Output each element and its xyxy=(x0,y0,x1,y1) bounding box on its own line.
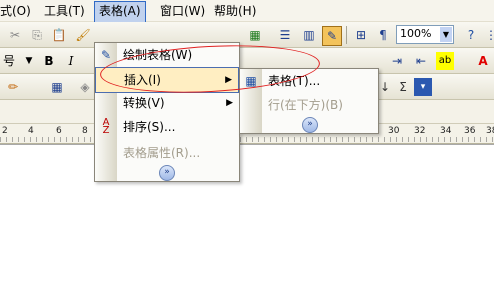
ruler-tick: 32 xyxy=(414,126,426,136)
menu-item-convert[interactable]: 转换(V) ▶ xyxy=(95,91,239,115)
menu-item-label: 表格属性(R)... xyxy=(123,146,201,160)
outdent-icon[interactable]: ⇤ xyxy=(412,52,430,70)
pen-icon[interactable]: ✏ xyxy=(4,78,22,96)
zoom-value: 100% xyxy=(400,27,432,40)
zoom-select[interactable]: 100% ▼ xyxy=(396,25,454,44)
ruler-tick: 4 xyxy=(28,126,34,136)
chevron-down-icon[interactable]: ▼ xyxy=(20,52,38,70)
drawing-icon[interactable]: ✎ xyxy=(322,26,342,46)
format-painter-icon[interactable]: 🖌 xyxy=(74,26,92,44)
ruler-tick: 34 xyxy=(440,126,452,136)
ruler-tick: 36 xyxy=(464,126,476,136)
ruler-tick: 2 xyxy=(2,126,8,136)
ruler-tick: 6 xyxy=(56,126,62,136)
font-color-icon[interactable]: A xyxy=(474,52,492,70)
chart-icon[interactable]: ▥ xyxy=(300,26,318,44)
menu-item-table-properties[interactable]: 表格属性(R)... xyxy=(95,141,239,165)
ruler-tick: 38 xyxy=(486,126,494,136)
ruler-marks xyxy=(0,137,494,142)
italic-button[interactable]: I xyxy=(62,52,80,70)
autosum-icon[interactable]: Σ xyxy=(394,78,412,96)
menu-tables[interactable]: 表格(A) xyxy=(94,1,146,23)
more-icon[interactable]: ⋮ xyxy=(482,26,494,44)
excel-icon[interactable]: ▦ xyxy=(246,26,264,44)
show-hide-icon[interactable]: ¶ xyxy=(374,26,392,44)
ruler-tick: 8 xyxy=(82,126,88,136)
submenu-item-row-below[interactable]: 行(在下方)(B) xyxy=(240,93,378,117)
border-icon[interactable]: ▦ xyxy=(48,78,66,96)
menu-item-label: 行(在下方)(B) xyxy=(268,98,343,112)
columns-icon[interactable]: ☰ xyxy=(276,26,294,44)
indent-icon[interactable]: ⇥ xyxy=(388,52,406,70)
expand-menu-icon[interactable]: » xyxy=(159,165,175,181)
menu-item-sort[interactable]: AZ 排序(S)... xyxy=(95,115,239,139)
highlight-icon[interactable]: ab xyxy=(436,52,454,70)
menu-item-label: 排序(S)... xyxy=(123,120,176,134)
standard-toolbar: ✂ ⎘ 📋 🖌 ▦ ☰ ▥ ✎ ⊞ ¶ 100% ▼ ? ⋮ xyxy=(0,22,494,48)
sort-az-icon: AZ xyxy=(102,117,110,136)
expand-menu-icon[interactable]: » xyxy=(302,117,318,133)
toolbar-separator xyxy=(346,26,347,44)
menu-window[interactable]: 窗口(W) xyxy=(160,2,205,20)
font-size-fragment: 号 xyxy=(2,54,15,68)
menu-help[interactable]: 帮助(H) xyxy=(214,2,256,20)
document-map-icon[interactable]: ⊞ xyxy=(352,26,370,44)
help-icon[interactable]: ? xyxy=(462,26,480,44)
menu-tools[interactable]: 工具(T) xyxy=(44,2,85,20)
document-area[interactable] xyxy=(0,144,494,292)
paste-icon[interactable]: 📋 xyxy=(50,26,68,44)
menu-bar: 式(O) 工具(T) 表格(A) 窗口(W) 帮助(H) xyxy=(0,0,494,23)
chevron-down-icon[interactable]: ▼ xyxy=(440,27,452,42)
copy-icon[interactable]: ⎘ xyxy=(28,26,46,44)
submenu-arrow-icon: ▶ xyxy=(226,98,233,108)
cut-icon[interactable]: ✂ xyxy=(6,26,24,44)
bold-button[interactable]: B xyxy=(40,52,58,70)
pencil-icon: ✎ xyxy=(100,48,112,62)
more-icon[interactable]: ▾ xyxy=(414,78,432,96)
ruler-tick: 30 xyxy=(388,126,400,136)
menu-format[interactable]: 式(O) xyxy=(0,2,31,20)
shading-icon[interactable]: ◈ xyxy=(76,78,94,96)
menu-item-label: 转换(V) xyxy=(123,96,165,110)
